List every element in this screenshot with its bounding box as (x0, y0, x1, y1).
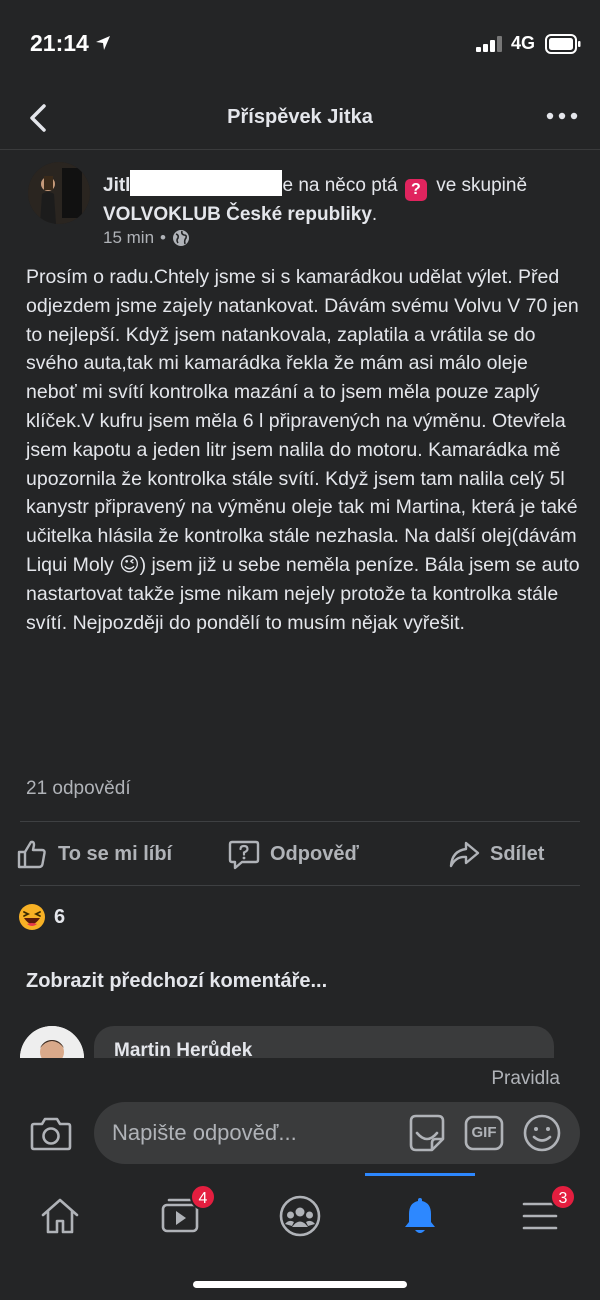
home-indicator (193, 1281, 407, 1288)
reaction-count: 6 (54, 905, 66, 928)
nav-bar: Příspěvek Jitka (0, 88, 600, 150)
group-suffix: . (371, 204, 378, 225)
author-name[interactable]: Jitl (103, 175, 130, 196)
camera-icon[interactable] (30, 1114, 72, 1152)
tab-home[interactable] (30, 1188, 90, 1238)
post-header: Jitl e na něco ptá ? ve skupině VOLVOKLUB… (0, 160, 600, 255)
gif-label: GIF (471, 1124, 497, 1141)
sticker-icon[interactable] (406, 1113, 448, 1153)
comment-bubble: Martin Herůdek (94, 1026, 554, 1060)
question-mark-icon: ? (404, 179, 427, 201)
tab-watch[interactable]: 4 (150, 1184, 216, 1238)
wink-emoji-icon: 😉 (119, 553, 140, 576)
group-name-link[interactable]: VOLVOKLUB České republiky (103, 204, 372, 225)
network-label: 4G (511, 33, 536, 53)
action-text: na něco ptá (298, 175, 398, 196)
location-arrow-icon (96, 36, 110, 50)
redaction-block (130, 170, 283, 196)
author-name-tail: e (282, 175, 294, 196)
reply-button[interactable]: Odpověď (228, 838, 359, 870)
emoji-icon[interactable] (522, 1113, 562, 1153)
reply-input[interactable] (112, 1102, 392, 1164)
divider (20, 885, 580, 886)
bell-icon (405, 1198, 435, 1233)
home-icon (41, 1198, 79, 1234)
comment-preview: Martin Herůdek (0, 1024, 600, 1060)
share-arrow-icon (449, 841, 480, 868)
post-time[interactable]: 15 min (103, 228, 154, 248)
post-meta: 15 min • (103, 228, 190, 248)
group-prefix: skupině (461, 175, 528, 196)
haha-reaction-icon (19, 904, 45, 930)
like-label: To se mi líbí (58, 842, 173, 865)
tab-menu[interactable]: 3 (510, 1184, 576, 1238)
compose-area: Pravidla GIF (0, 1058, 600, 1176)
gif-button[interactable]: GIF (464, 1115, 504, 1151)
active-tab-indicator (365, 1173, 475, 1176)
post-body: Prosím o radu.Chtely jsme si s kamarádko… (26, 263, 581, 637)
reply-box: GIF (94, 1102, 580, 1164)
author-avatar[interactable] (28, 162, 90, 224)
status-time: 21:14 (30, 30, 89, 56)
show-previous-comments[interactable]: Zobrazit předchozí komentáře... (26, 970, 327, 993)
reply-label: Odpověď (270, 842, 359, 865)
globe-icon (172, 230, 189, 246)
battery-icon (545, 34, 581, 54)
rules-link[interactable]: Pravidla (491, 1068, 560, 1090)
commenter-name[interactable]: Martin Herůdek (114, 1040, 252, 1060)
tab-groups[interactable] (270, 1188, 330, 1238)
in-text: ve (436, 175, 457, 196)
comment-question-icon (228, 840, 260, 870)
post-text-part1: Prosím o radu.Chtely jsme si s kamarádko… (26, 266, 579, 576)
signal-icon (476, 36, 502, 52)
watch-badge: 4 (190, 1184, 216, 1210)
share-label: Sdílet (490, 842, 545, 865)
reactions-summary[interactable]: 6 (18, 903, 65, 931)
status-bar: 21:14 4G (0, 0, 600, 88)
groups-icon (279, 1195, 321, 1237)
action-bar: To se mi líbí Odpověď Sdílet (0, 830, 600, 880)
share-button[interactable]: Sdílet (448, 838, 544, 870)
author-line: Jitl e na něco ptá ? ve skupině VOLVOKLUB… (103, 170, 573, 229)
menu-badge: 3 (550, 1184, 576, 1210)
more-options-icon[interactable] (544, 106, 580, 126)
divider (20, 821, 580, 822)
commenter-avatar[interactable] (20, 1026, 84, 1060)
replies-count[interactable]: 21 odpovědí (26, 778, 131, 800)
meta-dot: • (160, 228, 166, 247)
tab-notifications[interactable] (390, 1188, 450, 1238)
like-button[interactable]: To se mi líbí (16, 838, 172, 870)
thumbs-up-icon (17, 840, 46, 869)
page-title: Příspěvek Jitka (227, 106, 373, 128)
